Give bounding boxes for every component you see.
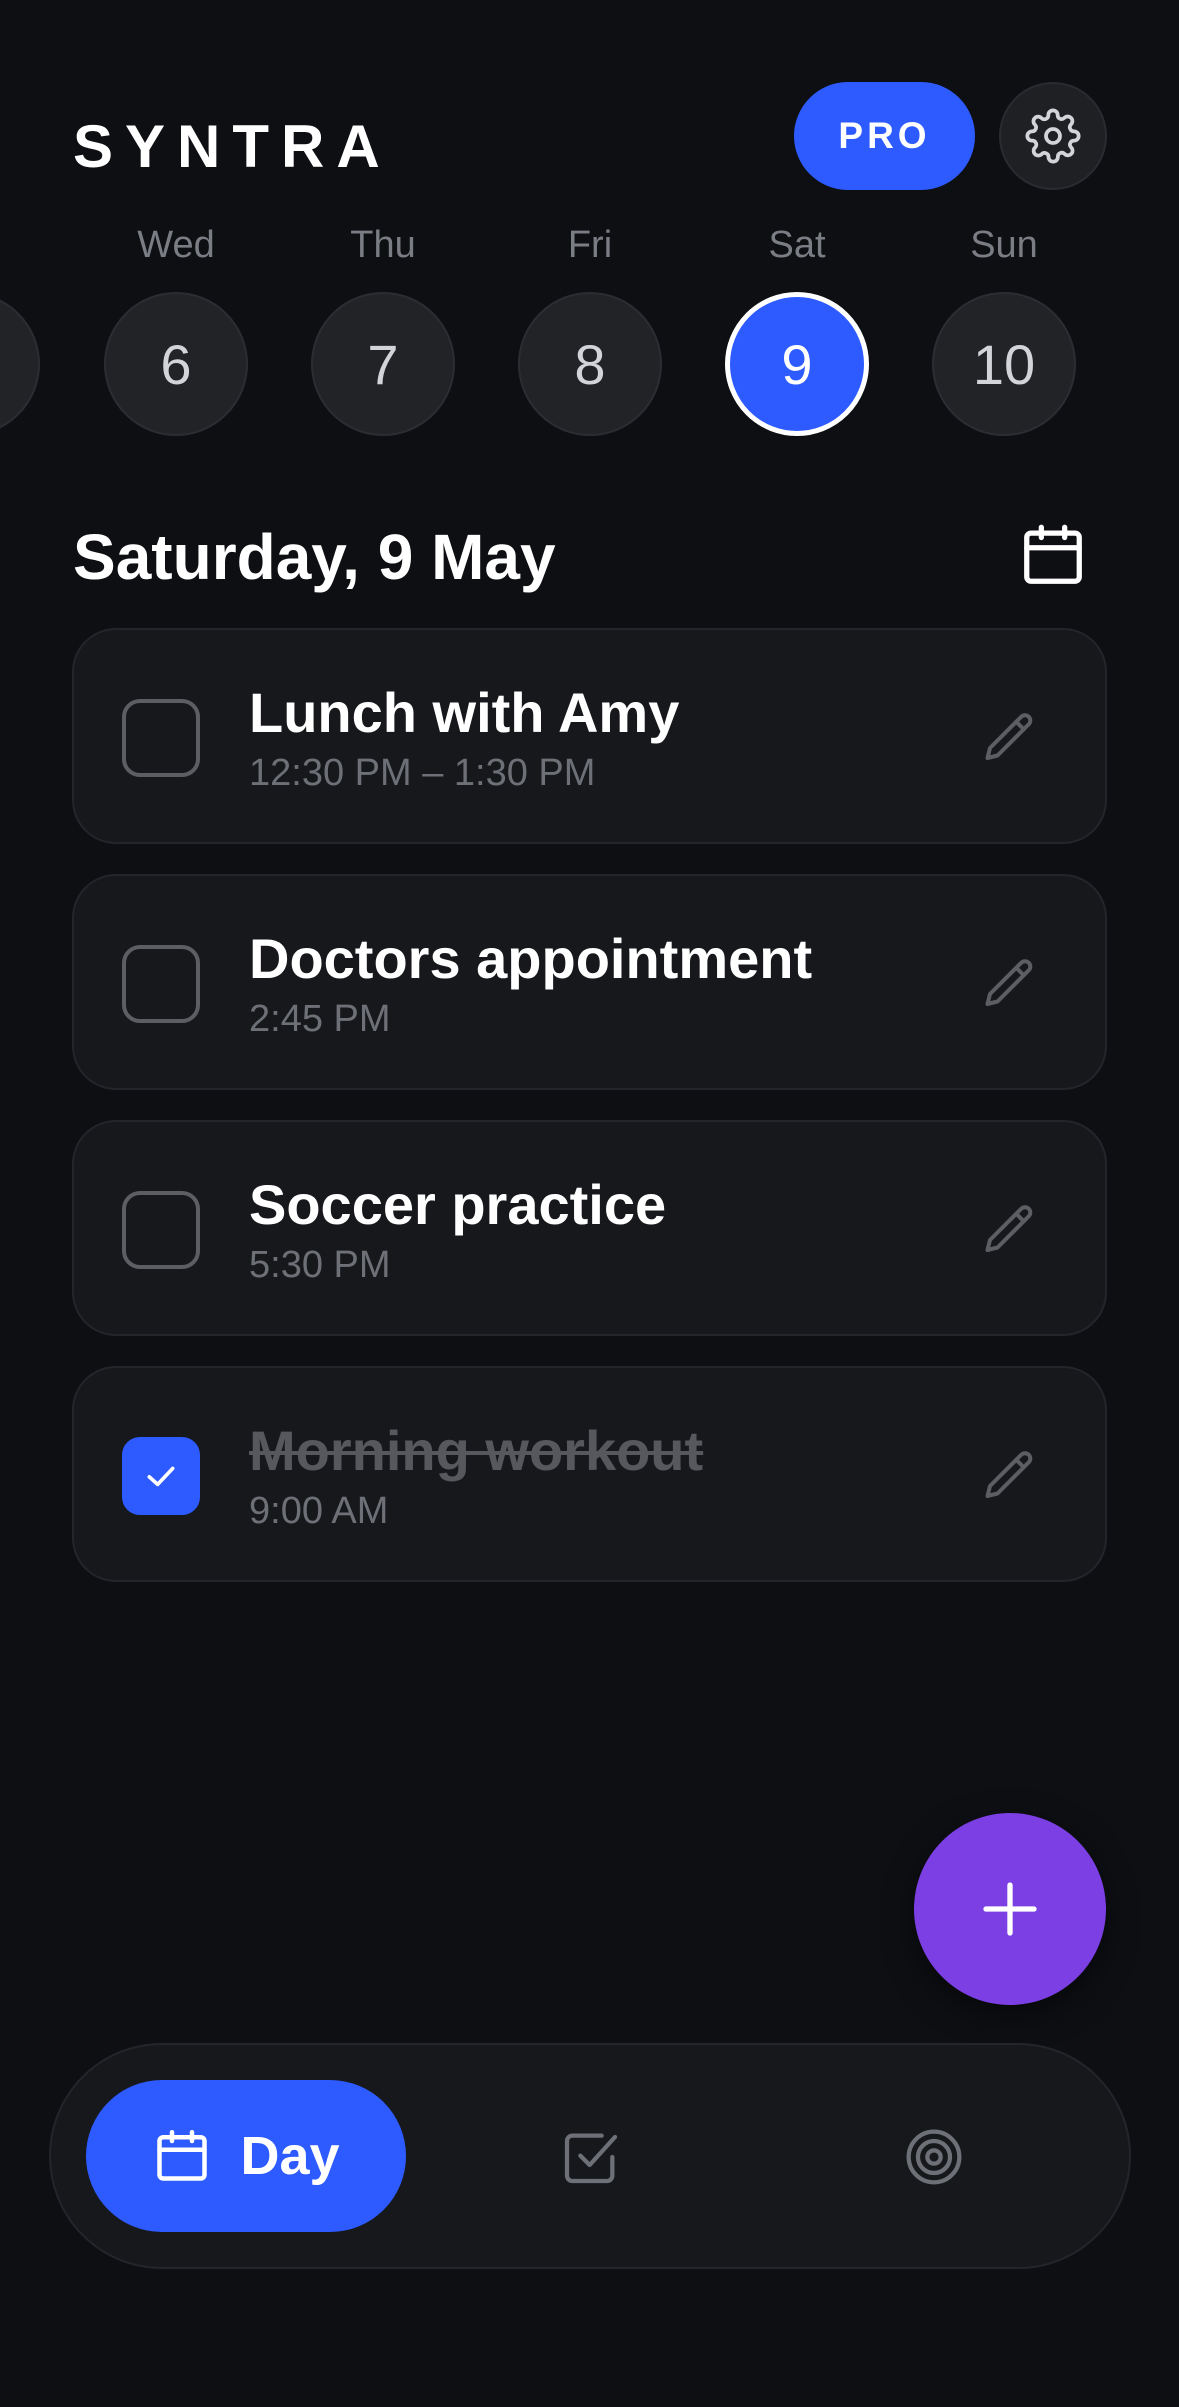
event-title: Lunch with Amy <box>249 681 680 744</box>
pencil-icon[interactable] <box>980 1446 1040 1506</box>
settings-button[interactable] <box>999 82 1107 190</box>
day-number[interactable]: 10 <box>932 292 1076 436</box>
calendar-icon <box>157 2130 208 2181</box>
event-time: 12:30 PM – 1:30 PM <box>249 752 596 794</box>
gear-icon <box>1025 108 1081 164</box>
event-title: Soccer practice <box>249 1173 667 1236</box>
check-icon <box>147 1466 175 1487</box>
pencil-icon[interactable] <box>980 1200 1040 1260</box>
day-fri[interactable]: Fri 8 <box>518 220 662 436</box>
event-time: 5:30 PM <box>249 1244 391 1286</box>
day-name: Sat <box>768 224 826 266</box>
day-name: Fri <box>567 224 613 266</box>
day-number[interactable]: 7 <box>311 292 455 436</box>
pencil-icon[interactable] <box>980 954 1040 1014</box>
plus-icon <box>983 1882 1037 1936</box>
date-title: Saturday, 9 May <box>73 521 556 593</box>
day-sat-selected[interactable]: Sat 9 <box>725 220 869 436</box>
event-title: Morning workout <box>249 1419 704 1482</box>
event-card-completed[interactable]: Morning workout 9:00 AM <box>72 1366 1107 1582</box>
day-number[interactable]: 9 <box>725 292 869 436</box>
event-card[interactable]: Lunch with Amy 12:30 PM – 1:30 PM <box>72 628 1107 844</box>
app-screen: SYNTRA PRO Wed 6 Thu 7 Fri 8 Sat 9 Sun 1… <box>0 0 1179 2407</box>
event-card[interactable]: Soccer practice 5:30 PM <box>72 1120 1107 1336</box>
event-list: Lunch with Amy 12:30 PM – 1:30 PM Doctor… <box>72 628 1107 1612</box>
bottom-navigation: Day <box>49 2043 1131 2269</box>
pro-button[interactable]: PRO <box>794 82 975 190</box>
event-checkbox[interactable] <box>122 945 200 1023</box>
event-title: Doctors appointment <box>249 927 813 990</box>
event-checkbox-checked[interactable] <box>122 1437 200 1515</box>
day-number[interactable]: 6 <box>104 292 248 436</box>
add-event-button[interactable] <box>914 1813 1106 2005</box>
target-icon[interactable] <box>902 2125 966 2189</box>
day-number[interactable]: 8 <box>518 292 662 436</box>
nav-tab-day[interactable]: Day <box>86 2080 406 2232</box>
event-card[interactable]: Doctors appointment 2:45 PM <box>72 874 1107 1090</box>
calendar-icon[interactable] <box>1018 520 1088 590</box>
day-name: Thu <box>350 224 416 266</box>
day-thu[interactable]: Thu 7 <box>311 220 455 436</box>
day-name: Sun <box>970 224 1038 266</box>
day-sun[interactable]: Sun 10 <box>932 220 1076 436</box>
checkbox-icon[interactable] <box>559 2125 623 2189</box>
event-time: 9:00 AM <box>249 1490 389 1532</box>
pencil-icon[interactable] <box>980 708 1040 768</box>
event-time: 2:45 PM <box>249 998 391 1040</box>
event-checkbox[interactable] <box>122 1191 200 1269</box>
event-checkbox[interactable] <box>122 699 200 777</box>
app-logo: SYNTRA <box>73 113 392 180</box>
nav-tab-day-label: Day <box>240 2126 340 2186</box>
day-name: Wed <box>137 224 215 266</box>
day-wed[interactable]: Wed 6 <box>104 220 248 436</box>
day-circle-previous[interactable] <box>0 292 40 436</box>
